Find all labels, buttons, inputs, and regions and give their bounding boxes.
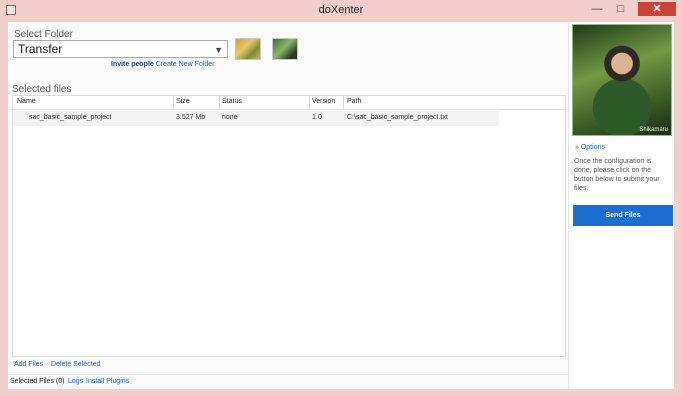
table-header: Name Size Status Version Path [13, 96, 565, 110]
column-header-status[interactable]: Status [222, 98, 242, 105]
add-files-button[interactable]: Add Files [14, 361, 43, 368]
window-client: Select Folder Transfer ▼ Invite people C… [8, 22, 674, 389]
send-files-button[interactable]: Send Files [573, 205, 673, 226]
cell-path: C:\sac_basic_sample_project.txt [347, 114, 448, 121]
app-window: doXenter — □ ✕ Select Folder Transfer ▼ … [0, 0, 682, 396]
file-actions: Add Files Delete Selected [8, 359, 568, 372]
window-title: doXenter [318, 4, 364, 16]
folder-dropdown-value: Transfer [18, 42, 63, 56]
close-button[interactable]: ✕ [638, 2, 676, 16]
main-panel: Select Folder Transfer ▼ Invite people C… [8, 22, 568, 389]
cell-status: none [222, 114, 238, 121]
cell-version: 1.0 [312, 114, 322, 121]
column-divider[interactable] [173, 96, 174, 109]
install-plugins-link[interactable]: Install Plugins [86, 378, 129, 385]
member-avatar[interactable] [235, 38, 261, 60]
invite-people-link[interactable]: Invite people [111, 61, 154, 68]
column-header-name[interactable]: Name [17, 98, 36, 105]
selected-files-count: Selected Files (0) [10, 378, 65, 385]
column-header-path[interactable]: Path [347, 98, 361, 105]
column-divider[interactable] [219, 96, 220, 109]
status-bar: Selected Files (0) Logs Install Plugins [8, 374, 568, 389]
column-header-version[interactable]: Version [312, 98, 335, 105]
files-table[interactable]: Name Size Status Version Path sac_basic_… [12, 95, 566, 357]
title-bar[interactable]: doXenter — □ ✕ [0, 0, 682, 22]
delete-selected-button[interactable]: Delete Selected [51, 361, 100, 368]
minimize-button[interactable]: — [586, 2, 608, 16]
create-folder-link[interactable]: Create New Folder [156, 61, 215, 68]
column-divider[interactable] [343, 96, 344, 109]
maximize-button[interactable]: □ [610, 2, 632, 16]
logs-link[interactable]: Logs [68, 378, 83, 385]
column-header-size[interactable]: Size [176, 98, 190, 105]
user-avatar: Shikamaru [572, 24, 672, 136]
member-avatar[interactable] [272, 38, 298, 60]
select-folder-label: Select Folder [14, 29, 73, 40]
cell-size: 3.527 Mb [176, 114, 206, 121]
folder-links: Invite people Create New Folder [111, 61, 215, 68]
avatar-caption: Shikamaru [639, 127, 668, 133]
folder-dropdown[interactable]: Transfer ▼ [13, 40, 228, 58]
side-panel: Shikamaru » Options Once the configurati… [568, 22, 674, 389]
instructions-text: Once the configuration is done, please c… [574, 158, 660, 192]
options-link[interactable]: » Options [575, 144, 605, 151]
table-row[interactable]: sac_basic_sample_project 3.527 Mb none 1… [13, 111, 499, 126]
cell-name: sac_basic_sample_project [29, 114, 112, 121]
chevron-down-icon: ▼ [214, 45, 223, 55]
selected-files-label: Selected files [12, 84, 72, 95]
column-divider[interactable] [309, 96, 310, 109]
